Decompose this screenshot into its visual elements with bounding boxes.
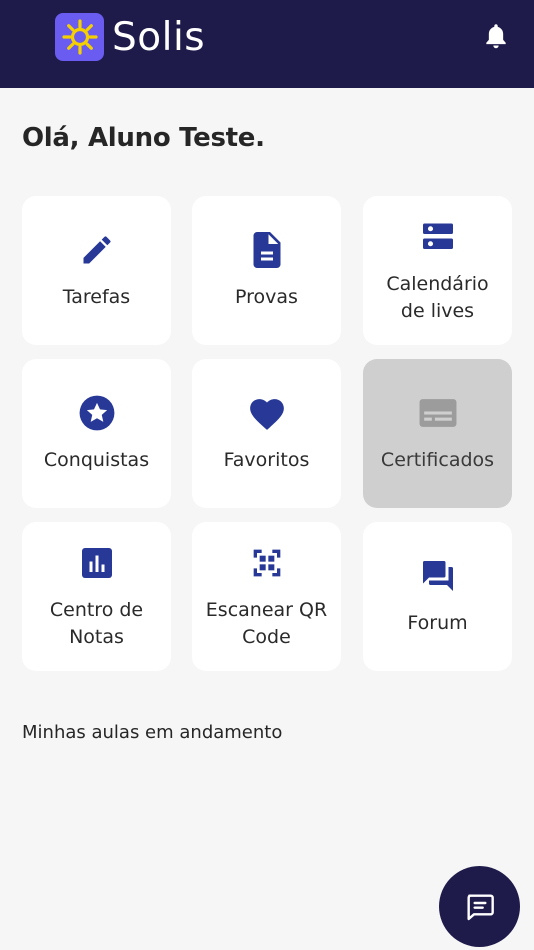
menu-item-label: Provas: [235, 286, 298, 308]
menu-item-tarefas[interactable]: Tarefas: [22, 196, 171, 345]
menu-item-conquistas[interactable]: Conquistas: [22, 359, 171, 508]
document-icon: [247, 230, 287, 270]
menu-item-calendario-lives[interactable]: Calendário de lives: [363, 196, 512, 345]
sun-icon: [55, 13, 104, 61]
menu-item-escanear-qr[interactable]: Escanear QR Code: [192, 522, 341, 671]
menu-item-label: Favoritos: [223, 449, 310, 471]
app-name: Solis: [112, 14, 206, 60]
forum-icon: [418, 556, 458, 596]
server-icon: [418, 217, 458, 257]
menu-item-label: Tarefas: [62, 286, 131, 308]
chat-button[interactable]: [439, 866, 520, 947]
certificate-icon: [418, 393, 458, 433]
section-title-aulas: Minhas aulas em andamento: [22, 722, 283, 743]
menu-item-label: Certificados: [380, 449, 495, 471]
bar-chart-icon: [77, 543, 117, 583]
menu-item-label: Escanear QR Code: [205, 598, 328, 648]
chat-icon: [466, 893, 494, 920]
star-badge-icon: [77, 393, 117, 433]
menu-item-certificados[interactable]: Certificados: [363, 359, 512, 508]
menu-item-centro-notas[interactable]: Centro de Notas: [22, 522, 171, 671]
heart-icon: [247, 393, 287, 433]
menu-item-forum[interactable]: Forum: [363, 522, 512, 671]
menu-item-favoritos[interactable]: Favoritos: [192, 359, 341, 508]
app-root: Solis Olá, Aluno Teste. Tarefas Provas C…: [0, 0, 534, 950]
app-logo: Solis: [55, 12, 205, 62]
top-bar: Solis: [0, 0, 534, 88]
menu-item-label: Conquistas: [43, 449, 150, 471]
menu-item-label: Calendário de lives: [386, 272, 489, 322]
menu-item-label: Centro de Notas: [49, 598, 144, 648]
bell-icon[interactable]: [482, 22, 510, 52]
pencil-icon: [77, 230, 117, 270]
menu-item-label: Forum: [407, 612, 468, 634]
qr-scan-icon: [247, 543, 287, 583]
greeting-text: Olá, Aluno Teste.: [22, 123, 265, 153]
menu-item-provas[interactable]: Provas: [192, 196, 341, 345]
